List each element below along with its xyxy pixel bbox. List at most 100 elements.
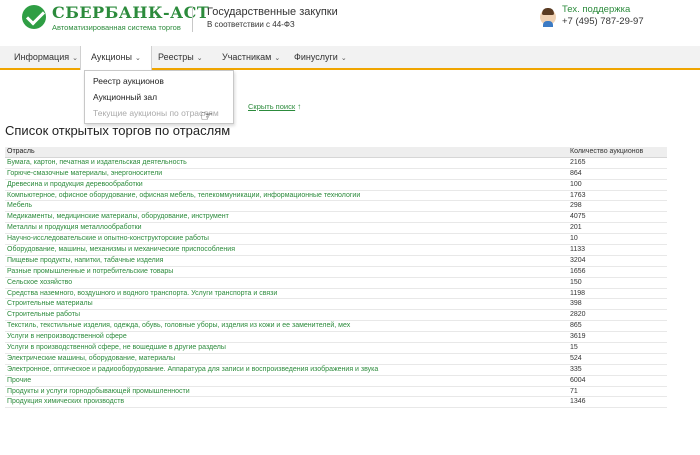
table-row: Компьютерное, офисное оборудование, офис… [5, 191, 667, 202]
dropdown-item-auction-hall[interactable]: Аукционный зал [85, 89, 233, 105]
table-row: Электрические машины, оборудование, мате… [5, 354, 667, 365]
nav-item-info[interactable]: Информация ⌄ [4, 46, 88, 68]
industry-link[interactable]: Электрические машины, оборудование, мате… [5, 354, 568, 364]
auction-count: 15 [570, 344, 578, 352]
auction-count: 398 [570, 300, 582, 308]
chevron-down-icon: ⌄ [134, 55, 141, 62]
table-row: Электронное, оптическое и радиооборудова… [5, 365, 667, 376]
logo-subtitle: Автоматизированная система торгов [52, 23, 181, 32]
toggle-search-link[interactable]: Скрыть поиск ↑ [248, 102, 301, 111]
column-header-count[interactable]: Количество аукционов [568, 147, 667, 157]
nav-item-finservices[interactable]: Финуслуги ⌄ [284, 46, 357, 68]
auction-count: 2165 [570, 158, 586, 166]
nav-item-label: Информация [14, 52, 70, 62]
table-row: Прочие 6004 [5, 376, 667, 387]
header-divider [192, 6, 193, 32]
industry-link[interactable]: Электронное, оптическое и радиооборудова… [5, 365, 568, 375]
industry-link[interactable]: Строительные работы [5, 310, 568, 320]
support-phone: +7 (495) 787-29-97 [562, 16, 644, 27]
arrow-up-icon: ↑ [297, 102, 302, 111]
table-row: Строительные материалы 398 [5, 299, 667, 311]
table-row: Услуги в производственной сфере, не воше… [5, 343, 667, 354]
table-row: Сельское хозяйство 150 [5, 278, 667, 289]
industry-link[interactable]: Металлы и продукция металлообработки [5, 223, 568, 233]
industry-link[interactable]: Услуги в производственной сфере, не воше… [5, 343, 568, 353]
industry-link[interactable]: Медикаменты, медицинские материалы, обор… [5, 212, 568, 222]
industry-link[interactable]: Оборудование, машины, механизмы и механи… [5, 245, 568, 255]
support-avatar-icon [540, 8, 556, 27]
table-row: Средства наземного, воздушного и водного… [5, 289, 667, 300]
industry-link[interactable]: Мебель [5, 201, 568, 211]
nav-item-label: Участникам [222, 52, 272, 62]
main-nav: Информация ⌄ Аукционы ⌄ Реестры ⌄ Участника… [0, 46, 700, 70]
nav-item-label: Реестры [158, 52, 194, 62]
industry-link[interactable]: Сельское хозяйство [5, 278, 568, 288]
dropdown-item-auction-registry[interactable]: Реестр аукционов [85, 73, 233, 89]
table-row: Продукция химических производств 1346 [5, 397, 667, 409]
industry-table: Отрасль Количество аукционов Бумага, кар… [5, 147, 667, 409]
logo[interactable]: СБЕРБАНК-АСТ Автоматизированная система … [22, 4, 209, 33]
industry-link[interactable]: Компьютерное, офисное оборудование, офис… [5, 191, 568, 201]
table-row: Мебель 298 [5, 201, 667, 213]
auction-count: 298 [570, 202, 582, 210]
nav-item-registries[interactable]: Реестры ⌄ [148, 46, 213, 68]
nav-item-label: Аукционы [91, 52, 132, 62]
column-header-industry[interactable]: Отрасль [5, 147, 568, 157]
site-subtitle-text: В соответствии с 44-ФЗ [207, 20, 295, 29]
auction-count: 335 [570, 365, 582, 373]
chevron-down-icon: ⌄ [72, 55, 78, 62]
industry-link[interactable]: Бумага, картон, печатная и издательская … [5, 158, 568, 168]
auction-count: 1656 [570, 267, 586, 275]
table-row: Бумага, картон, печатная и издательская … [5, 158, 667, 169]
table-row: Оборудование, машины, механизмы и механи… [5, 245, 667, 256]
auction-count: 2820 [570, 311, 586, 319]
chevron-down-icon: ⌄ [274, 55, 281, 62]
industry-link[interactable]: Научно-исследовательские и опытно-констр… [5, 234, 568, 244]
industry-link[interactable]: Строительные материалы [5, 299, 568, 309]
auction-count: 865 [570, 322, 582, 330]
auction-count: 6004 [570, 376, 586, 384]
auction-count: 1346 [570, 398, 586, 406]
auction-count: 4075 [570, 213, 586, 221]
auction-count: 3204 [570, 256, 586, 264]
auction-count: 3619 [570, 333, 586, 341]
industry-link[interactable]: Пищевые продукты, напитки, табачные изде… [5, 256, 568, 266]
industry-link[interactable]: Продукты и услуги горнодобывающей промыш… [5, 387, 568, 397]
industry-link[interactable]: Услуги в непроизводственной сфере [5, 332, 568, 342]
chevron-down-icon: ⌄ [340, 55, 347, 62]
nav-item-participants[interactable]: Участникам ⌄ [212, 46, 290, 68]
industry-link[interactable]: Продукция химических производств [5, 397, 568, 407]
auction-count: 100 [570, 180, 582, 188]
industry-link[interactable]: Средства наземного, воздушного и водного… [5, 289, 568, 299]
auction-count: 864 [570, 169, 582, 177]
support-link[interactable]: Тех. поддержка [562, 4, 644, 16]
logo-name: СБЕРБАНК-АСТ [52, 3, 210, 22]
auction-count: 524 [570, 354, 582, 362]
industry-link[interactable]: Текстиль, текстильные изделия, одежда, о… [5, 321, 568, 331]
auction-count: 71 [570, 387, 578, 395]
table-header-row: Отрасль Количество аукционов [5, 147, 667, 158]
auction-count: 150 [570, 278, 582, 286]
table-row: Текстиль, текстильные изделия, одежда, о… [5, 321, 667, 333]
industry-link[interactable]: Горюче-смазочные материалы, энергоносите… [5, 169, 568, 179]
table-row: Продукты и услуги горнодобывающей промыш… [5, 387, 667, 398]
table-row: Строительные работы 2820 [5, 310, 667, 322]
auction-count: 10 [570, 235, 578, 243]
industry-link[interactable]: Разные промышленные и потребительские то… [5, 267, 568, 277]
nav-item-label: Финуслуги [294, 52, 338, 62]
industry-link[interactable]: Прочие [5, 376, 568, 386]
auction-count: 1198 [570, 289, 586, 297]
page-title: Список открытых торгов по отраслям [5, 123, 231, 138]
table-row: Услуги в непроизводственной сфере 3619 [5, 332, 667, 344]
table-row: Разные промышленные и потребительские то… [5, 267, 667, 278]
auction-count: 1133 [570, 246, 586, 254]
auction-count: 201 [570, 224, 582, 232]
toggle-search-label: Скрыть поиск [248, 102, 296, 111]
table-row: Научно-исследовательские и опытно-констр… [5, 234, 667, 246]
nav-item-auctions[interactable]: Аукционы ⌄ [80, 46, 152, 70]
site-header: СБЕРБАНК-АСТ Автоматизированная система … [0, 0, 700, 42]
site-title-text: Государственные закупки [207, 6, 338, 18]
chevron-down-icon: ⌄ [196, 55, 203, 62]
support-block: Тех. поддержка +7 (495) 787-29-97 [540, 4, 644, 28]
industry-link[interactable]: Древесина и продукция деревообработки [5, 180, 568, 190]
